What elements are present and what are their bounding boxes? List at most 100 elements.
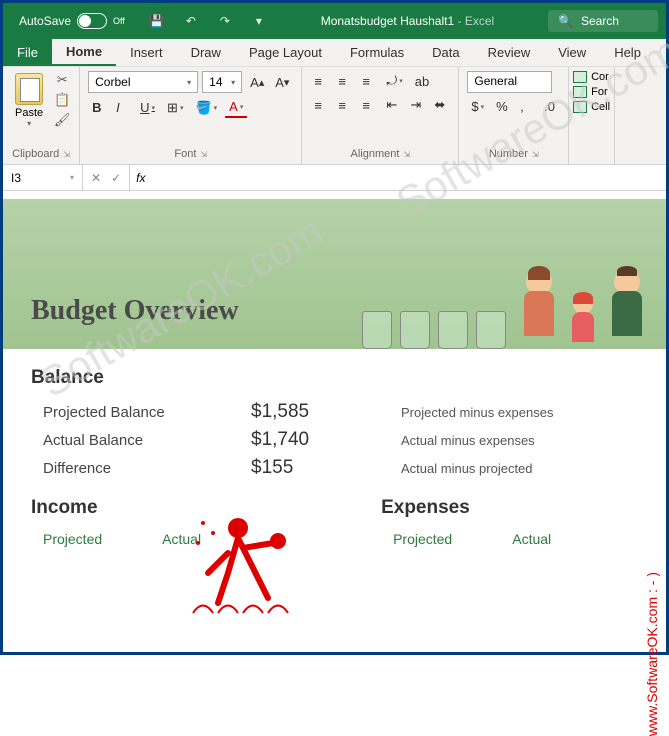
page-title: Budget Overview xyxy=(31,295,239,327)
undo-icon[interactable]: ↶ xyxy=(183,13,199,29)
sub-projected: Projected xyxy=(43,531,102,547)
search-placeholder: Search xyxy=(581,14,619,28)
sub-projected: Projected xyxy=(393,531,452,547)
number-label: Number xyxy=(489,148,528,160)
format-painter-icon[interactable]: 🖌 xyxy=(53,113,71,127)
tab-help[interactable]: Help xyxy=(600,39,655,66)
save-icon[interactable]: 💾 xyxy=(149,13,165,29)
table-row: Projected Balance $1,585 Projected minus… xyxy=(31,401,638,423)
row-value: $155 xyxy=(251,457,401,479)
merge-icon[interactable]: ⬌ xyxy=(430,95,450,115)
comma-icon[interactable]: , xyxy=(516,97,536,116)
income-heading: Income xyxy=(31,497,201,519)
fill-color-icon[interactable]: 🪣▾ xyxy=(191,98,221,118)
jars-illustration xyxy=(362,311,506,349)
paste-icon xyxy=(15,73,43,105)
format-table-button[interactable]: For xyxy=(573,86,608,98)
expand-icon[interactable]: ⇲ xyxy=(403,150,410,159)
tab-home[interactable]: Home xyxy=(52,39,116,66)
align-right-icon[interactable]: ≡ xyxy=(358,95,378,115)
autosave-state: Off xyxy=(113,16,125,26)
increase-decimal-icon[interactable]: .0 xyxy=(540,97,560,116)
cancel-formula-icon[interactable]: ✕ xyxy=(91,171,101,185)
align-bottom-icon[interactable]: ≡ xyxy=(358,71,378,91)
tab-data[interactable]: Data xyxy=(418,39,473,66)
worksheet[interactable]: Budget Overview Balance Projected Balanc… xyxy=(3,191,666,652)
align-middle-icon[interactable]: ≡ xyxy=(334,71,354,91)
sub-actual: Actual xyxy=(512,531,551,547)
paste-label: Paste xyxy=(15,107,43,119)
cut-icon[interactable]: ✂ xyxy=(53,73,71,87)
title-bar: AutoSave Off 💾 ↶ ↷ ▾ Monatsbudget Hausha… xyxy=(3,3,666,39)
border-icon[interactable]: ⊞▾ xyxy=(163,98,187,118)
fx-icon[interactable]: fx xyxy=(130,171,151,185)
tab-view[interactable]: View xyxy=(544,39,600,66)
decrease-indent-icon[interactable]: ⇤ xyxy=(382,95,402,115)
expand-icon[interactable]: ⇲ xyxy=(63,150,70,159)
increase-font-icon[interactable]: A▴ xyxy=(246,73,268,92)
toggle-switch[interactable] xyxy=(77,13,107,29)
expand-icon[interactable]: ⇲ xyxy=(200,150,207,159)
accept-formula-icon[interactable]: ✓ xyxy=(111,171,121,185)
more-icon[interactable]: ▾ xyxy=(251,13,267,29)
cell-styles-button[interactable]: Cell xyxy=(573,101,610,113)
family-illustration xyxy=(520,269,646,349)
increase-indent-icon[interactable]: ⇥ xyxy=(406,95,426,115)
table-row: Difference $155 Actual minus projected xyxy=(31,457,638,479)
row-desc: Projected minus expenses xyxy=(401,405,553,420)
alignment-group: ≡ ≡ ≡ ⤾▾ ab ≡ ≡ ≡ ⇤ ⇥ ⬌ Alignment⇲ xyxy=(302,67,459,164)
currency-icon[interactable]: $▾ xyxy=(467,97,488,116)
name-box[interactable]: I3▾ xyxy=(3,165,83,190)
tab-page-layout[interactable]: Page Layout xyxy=(235,39,336,66)
underline-button[interactable]: U▾ xyxy=(136,98,159,117)
orientation-icon[interactable]: ⤾▾ xyxy=(382,71,406,91)
ribbon-tabs: File Home Insert Draw Page Layout Formul… xyxy=(3,39,666,67)
alignment-label: Alignment xyxy=(351,148,400,160)
copy-icon[interactable]: 📋 xyxy=(53,93,71,107)
row-desc: Actual minus projected xyxy=(401,461,533,476)
conditional-formatting-button[interactable]: Cor xyxy=(573,71,609,83)
percent-icon[interactable]: % xyxy=(492,97,512,116)
align-center-icon[interactable]: ≡ xyxy=(334,95,354,115)
header-banner: Budget Overview xyxy=(3,199,666,349)
font-size-select[interactable]: 14▾ xyxy=(202,71,242,93)
italic-button[interactable]: I xyxy=(112,98,132,117)
row-label: Actual Balance xyxy=(31,432,251,449)
autosave-toggle[interactable]: AutoSave Off xyxy=(11,11,133,31)
app-name: Excel xyxy=(465,14,494,28)
styles-group: Cor For Cell xyxy=(569,67,615,164)
align-left-icon[interactable]: ≡ xyxy=(310,95,330,115)
bold-button[interactable]: B xyxy=(88,98,108,117)
quick-access-toolbar: 💾 ↶ ↷ ▾ xyxy=(149,13,267,29)
tab-file[interactable]: File xyxy=(3,39,52,66)
redo-icon[interactable]: ↷ xyxy=(217,13,233,29)
row-value: $1,740 xyxy=(251,429,401,451)
number-group: General $▾ % , .0 Number ⇲ xyxy=(459,67,569,164)
wrap-text-button[interactable]: ab xyxy=(411,71,433,91)
tab-insert[interactable]: Insert xyxy=(116,39,177,66)
tab-draw[interactable]: Draw xyxy=(177,39,235,66)
doc-name: Monatsbudget Haushalt1 xyxy=(321,14,454,28)
paste-button[interactable]: Paste ▾ xyxy=(11,71,47,130)
expenses-heading: Expenses xyxy=(381,497,551,519)
formula-bar: I3▾ ✕ ✓ fx xyxy=(3,165,666,191)
clipboard-label: Clipboard xyxy=(12,148,59,160)
row-label: Difference xyxy=(31,460,251,477)
expand-icon[interactable]: ⇲ xyxy=(532,150,539,159)
search-box[interactable]: 🔍 Search xyxy=(548,10,658,32)
row-label: Projected Balance xyxy=(31,404,251,421)
formula-input[interactable] xyxy=(151,165,666,190)
autosave-label: AutoSave xyxy=(19,14,71,28)
tab-formulas[interactable]: Formulas xyxy=(336,39,418,66)
search-icon: 🔍 xyxy=(558,14,573,28)
side-link: www.SoftwareOK.com : - ) xyxy=(644,572,660,736)
font-group: Corbel▾ 14▾ A▴ A▾ B I U▾ ⊞▾ 🪣▾ A▾ Font⇲ xyxy=(80,67,302,164)
decrease-font-icon[interactable]: A▾ xyxy=(271,73,293,92)
font-family-select[interactable]: Corbel▾ xyxy=(88,71,198,93)
number-format-select[interactable]: General xyxy=(467,71,552,93)
align-top-icon[interactable]: ≡ xyxy=(310,71,330,91)
row-desc: Actual minus expenses xyxy=(401,433,535,448)
content-area: Balance Projected Balance $1,585 Project… xyxy=(3,349,666,565)
font-color-icon[interactable]: A▾ xyxy=(225,97,247,118)
tab-review[interactable]: Review xyxy=(474,39,545,66)
